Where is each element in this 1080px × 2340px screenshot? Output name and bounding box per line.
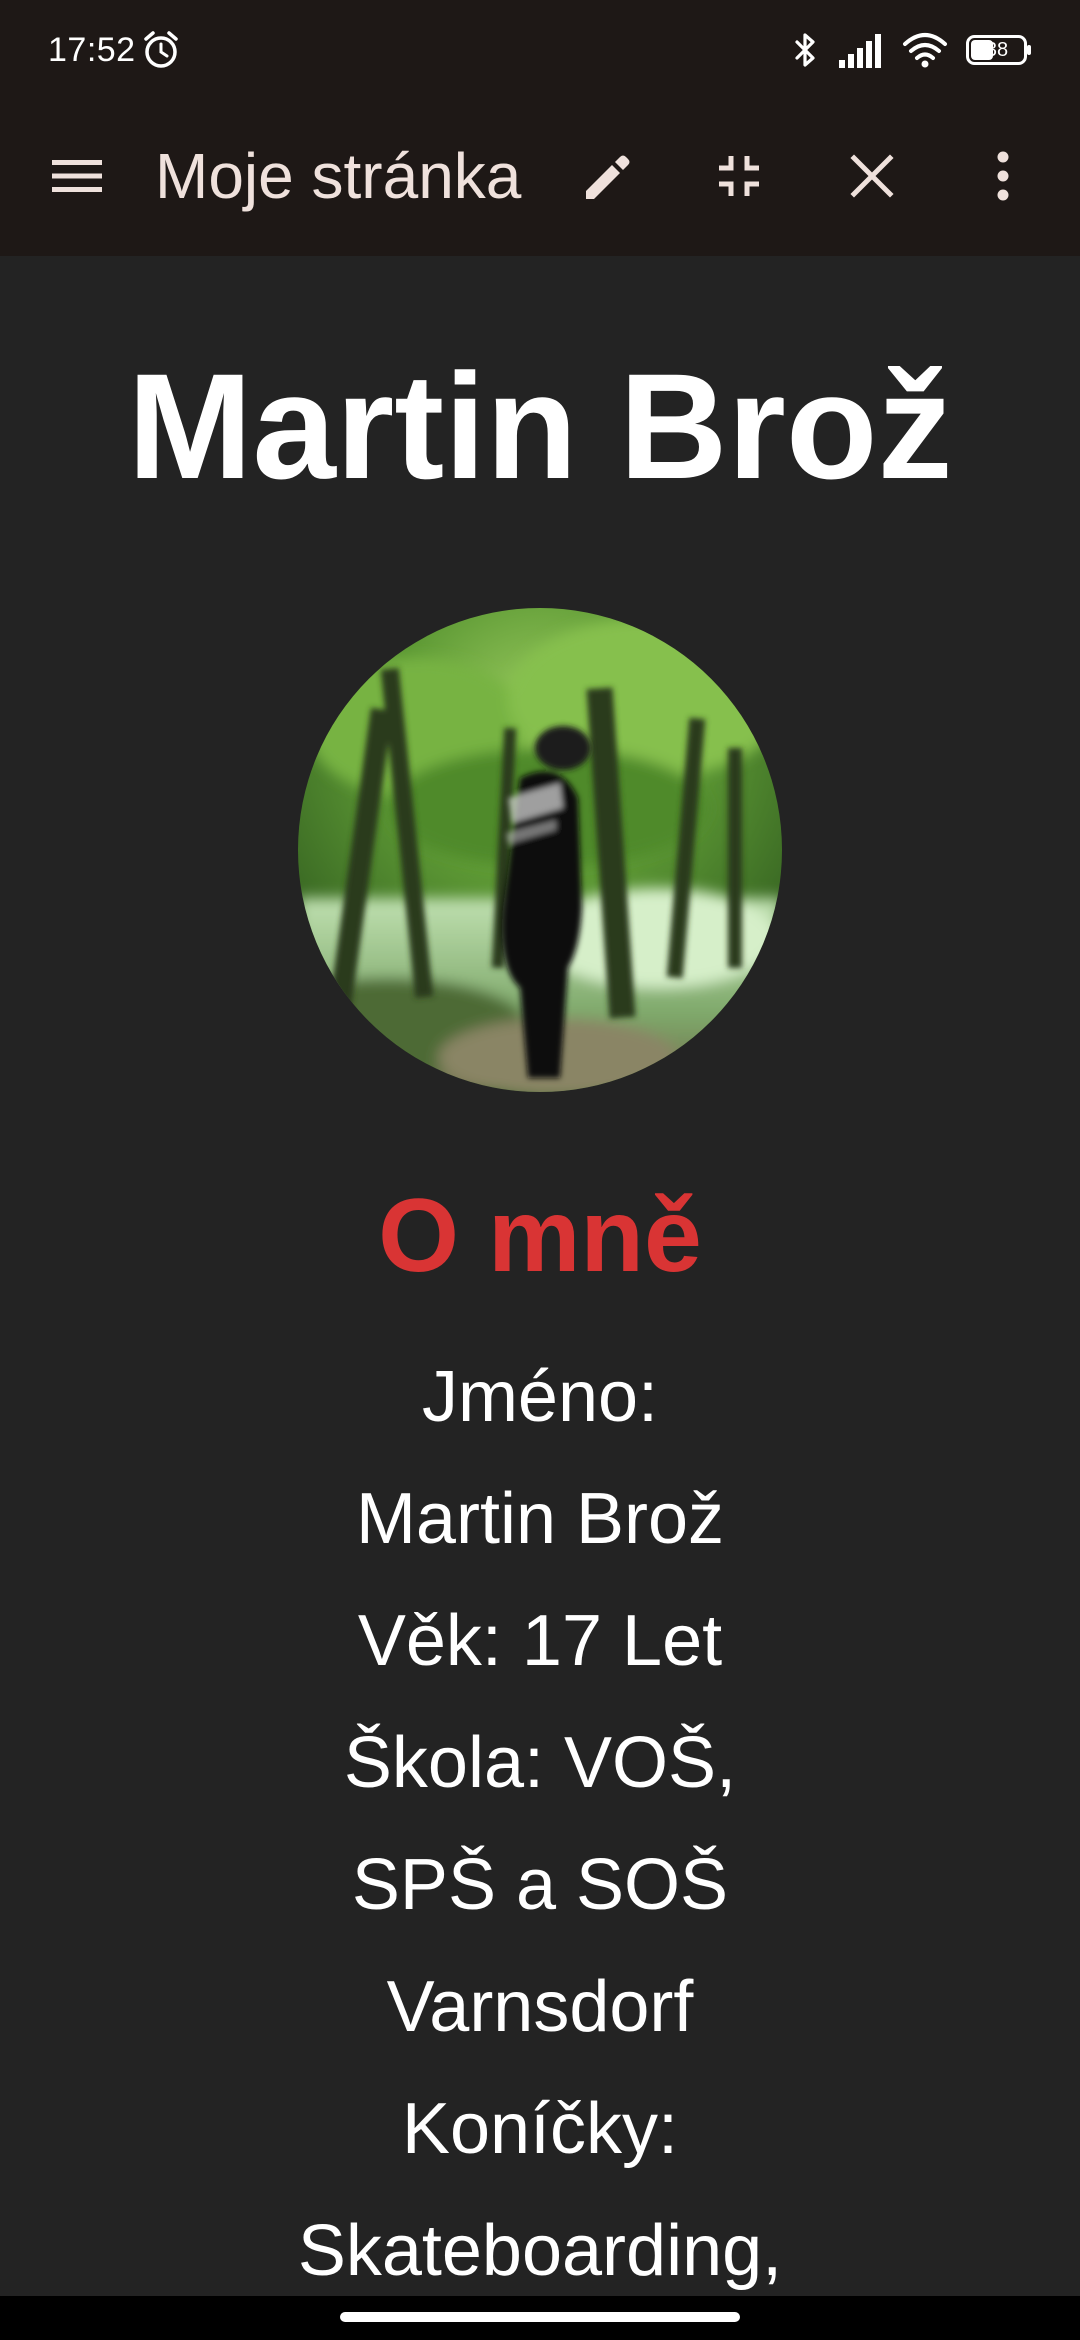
home-indicator[interactable] (340, 2312, 740, 2322)
signal-icon (839, 34, 881, 68)
about-text: Jméno: Martin Brož Věk: 17 Let Škola: VO… (0, 1336, 1080, 2312)
status-bar: 17:52 38 (0, 0, 1080, 96)
app-bar: Moje stránka (0, 96, 1080, 256)
status-icons: 38 (790, 30, 1032, 70)
about-heading: O mně (378, 1178, 702, 1294)
battery-indicator: 38 (966, 35, 1032, 65)
bluetooth-icon (795, 33, 815, 67)
page-title: Martin Brož (127, 342, 953, 510)
menu-icon (52, 160, 102, 192)
pencil-icon (586, 155, 630, 199)
profile-photo-image (298, 608, 782, 1092)
menu-button[interactable] (37, 136, 117, 216)
navigation-bar (0, 2296, 1080, 2340)
more-vert-icon (997, 151, 1009, 201)
web-content: Martin Brož O mně Jméno: Martin Brož Věk… (0, 256, 1080, 2296)
edit-button[interactable] (567, 136, 647, 216)
close-icon (850, 154, 894, 198)
about-line-hobbies: Skateboarding, (297, 2211, 783, 2291)
about-line-school-city: Varnsdorf (386, 1967, 694, 2047)
status-time: 17:52 (48, 31, 136, 69)
more-options-button[interactable] (963, 136, 1043, 216)
app-bar-title: Moje stránka (155, 140, 522, 212)
profile-photo (298, 608, 782, 1092)
exit-fullscreen-icon (719, 156, 759, 196)
wifi-icon (903, 33, 947, 68)
battery-level: 38 (985, 39, 1009, 61)
about-line-name: Martin Brož (355, 1479, 725, 1559)
exit-fullscreen-button[interactable] (699, 136, 779, 216)
about-line-name-label: Jméno: (421, 1357, 659, 1437)
about-line-school-cont: SPŠ a SOŠ (351, 1845, 729, 1925)
about-line-age: Věk: 17 Let (357, 1601, 723, 1681)
about-line-hobbies-label: Koníčky: (401, 2089, 679, 2169)
alarm-icon (144, 31, 178, 68)
close-button[interactable] (832, 136, 912, 216)
about-line-school: Škola: VOŠ, (343, 1723, 737, 1803)
